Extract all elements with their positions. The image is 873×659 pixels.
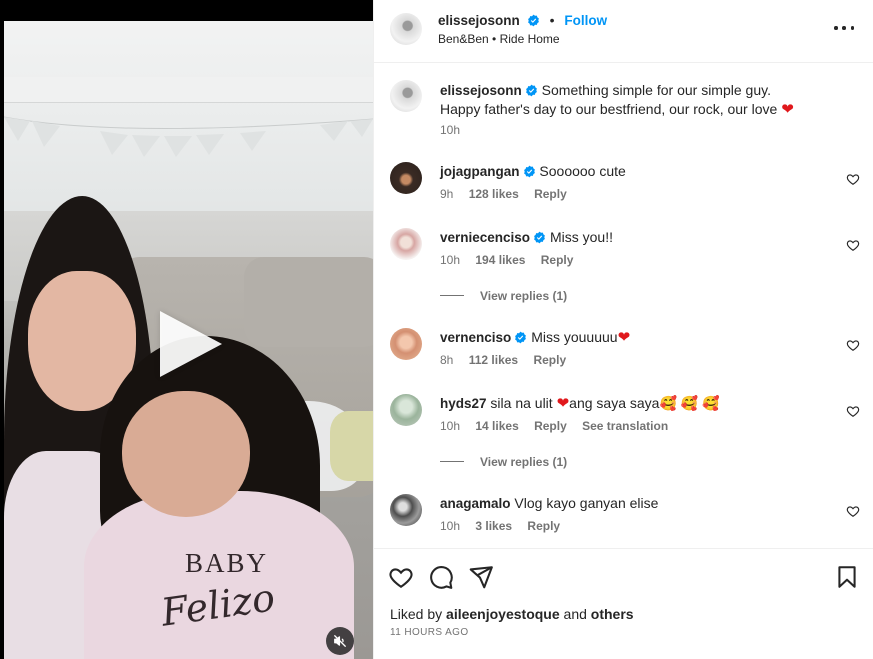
commenter-avatar[interactable] (390, 394, 422, 426)
view-replies-button[interactable]: View replies (1) (440, 289, 567, 303)
caption-meta: 10h (440, 123, 472, 137)
reply-button[interactable]: Reply (534, 187, 567, 201)
comment-text: hyds27 sila na ulit ❤ang saya saya🥰 🥰 🥰 (440, 394, 830, 413)
comment-meta: 10h 194 likes Reply (440, 253, 585, 267)
comment-likes[interactable]: 3 likes (475, 519, 512, 533)
reply-button[interactable]: Reply (541, 253, 574, 267)
caption-line-2: Happy father's day to our bestfriend, ou… (440, 101, 778, 117)
smiling-face-with-hearts-emoji-icon: 🥰 🥰 🥰 (659, 395, 720, 411)
reply-button[interactable]: Reply (527, 519, 560, 533)
heart-icon[interactable] (388, 564, 414, 590)
comment-time[interactable]: 10h (440, 419, 460, 433)
commenter-avatar[interactable] (390, 494, 422, 526)
commenter-username[interactable]: vernenciso (440, 330, 511, 345)
reply-button[interactable]: Reply (534, 419, 567, 433)
comment-like-heart-icon[interactable] (846, 404, 860, 418)
comment-text: anagamalo Vlog kayo ganyan elise (440, 494, 830, 513)
comment-like-heart-icon[interactable] (846, 172, 860, 186)
play-icon[interactable] (160, 311, 222, 377)
comment-like-heart-icon[interactable] (846, 338, 860, 352)
caption-time[interactable]: 10h (440, 123, 460, 137)
caption-author-avatar[interactable] (390, 80, 422, 112)
commenter-username[interactable]: anagamalo (440, 496, 511, 511)
comment-time[interactable]: 10h (440, 253, 460, 267)
comment-body: Soooooo cute (539, 163, 626, 179)
comment-likes[interactable]: 194 likes (475, 253, 525, 267)
red-heart-emoji-icon: ❤ (556, 395, 570, 412)
comment-time[interactable]: 10h (440, 519, 460, 533)
video-beam (4, 77, 373, 103)
commenter-avatar[interactable] (390, 162, 422, 194)
header-separator: • (549, 12, 555, 28)
liked-by-summary: Liked by aileenjoyestoque and others (390, 606, 634, 622)
comment-likes[interactable]: 112 likes (469, 353, 518, 367)
comment-like-heart-icon[interactable] (846, 504, 860, 518)
liked-by-user[interactable]: aileenjoyestoque (446, 606, 560, 622)
commenter-username[interactable]: jojagpangan (440, 164, 520, 179)
commenter-avatar[interactable] (390, 328, 422, 360)
comment-body-part-1: sila na ulit (490, 395, 553, 411)
view-replies-label: View replies (1) (480, 455, 568, 469)
comment-meta: 8h 112 likes Reply (440, 353, 578, 367)
comment-body: Vlog kayo ganyan elise (514, 495, 659, 511)
author-avatar[interactable] (390, 13, 422, 45)
view-replies-line (440, 295, 464, 296)
comment-meta: 10h 3 likes Reply (440, 519, 572, 533)
commenter-avatar[interactable] (390, 228, 422, 260)
verified-badge-icon (523, 165, 535, 178)
red-heart-emoji-icon: ❤ (617, 329, 631, 346)
post-media[interactable]: BABY Felizo (0, 0, 373, 659)
commenter-username[interactable]: hyds27 (440, 396, 487, 411)
comment-body: Miss youuuuu (531, 329, 618, 345)
comment-likes[interactable]: 14 likes (475, 419, 518, 433)
muted-speaker-icon[interactable] (326, 627, 354, 655)
post-time-ago[interactable]: 11 HOURS AGO (390, 627, 469, 638)
comment-text: jojagpangan Soooooo cute (440, 162, 830, 181)
commenter-username[interactable]: verniecenciso (440, 230, 530, 245)
shirt-text-baby: BABY (185, 548, 269, 578)
author-username[interactable]: elissejosonn (438, 13, 520, 28)
view-replies-label: View replies (1) (480, 289, 568, 303)
liked-by-and: and (563, 606, 587, 622)
liked-by-prefix: Liked by (390, 606, 443, 622)
post-details-panel: elissejosonn • Follow Ben&Ben • Ride Hom… (373, 0, 873, 659)
comment-meta: 10h 14 likes Reply See translation (440, 419, 680, 433)
post-header: elissejosonn • Follow Ben&Ben • Ride Hom… (374, 0, 873, 63)
comment-time[interactable]: 8h (440, 353, 453, 367)
post-actions-bar: Liked by aileenjoyestoque and others 11 … (374, 548, 873, 659)
comment-icon[interactable] (428, 564, 454, 590)
comment-time[interactable]: 9h (440, 187, 453, 201)
verified-badge-icon (525, 84, 537, 97)
reply-button[interactable]: Reply (533, 353, 566, 367)
video-sofa-back (244, 257, 373, 347)
follow-button[interactable]: Follow (564, 13, 607, 28)
media-top-bar (0, 0, 373, 21)
caption-text: elissejosonn Something simple for our si… (440, 81, 830, 119)
comment-body-part-2: ang saya saya (569, 395, 660, 411)
red-heart-emoji-icon: ❤ (781, 101, 794, 118)
more-options-icon[interactable] (834, 22, 854, 34)
view-replies-button[interactable]: View replies (1) (440, 455, 567, 469)
comment-body: Miss you!! (549, 229, 613, 245)
video-pillow (330, 411, 373, 481)
liked-by-others[interactable]: others (591, 606, 634, 622)
comment-likes[interactable]: 128 likes (469, 187, 519, 201)
view-replies-line (440, 461, 464, 462)
comment-like-heart-icon[interactable] (846, 238, 860, 252)
video-girl-face (122, 391, 250, 517)
comment-meta: 9h 128 likes Reply (440, 187, 579, 201)
verified-badge-icon (527, 14, 539, 27)
verified-badge-icon (515, 331, 527, 344)
caption-author-username[interactable]: elissejosonn (440, 83, 522, 98)
share-icon[interactable] (468, 564, 494, 590)
comment-text: verniecenciso Miss you!! (440, 228, 830, 247)
see-translation-button[interactable]: See translation (582, 419, 668, 433)
comment-text: vernenciso Miss youuuuu❤ (440, 328, 830, 347)
audio-track-link[interactable]: Ben&Ben • Ride Home (438, 32, 560, 46)
bookmark-icon[interactable] (834, 564, 860, 590)
verified-badge-icon (534, 231, 545, 244)
bunting-decoration (4, 116, 373, 157)
caption-line-1: Something simple for our simple guy. (541, 82, 771, 98)
